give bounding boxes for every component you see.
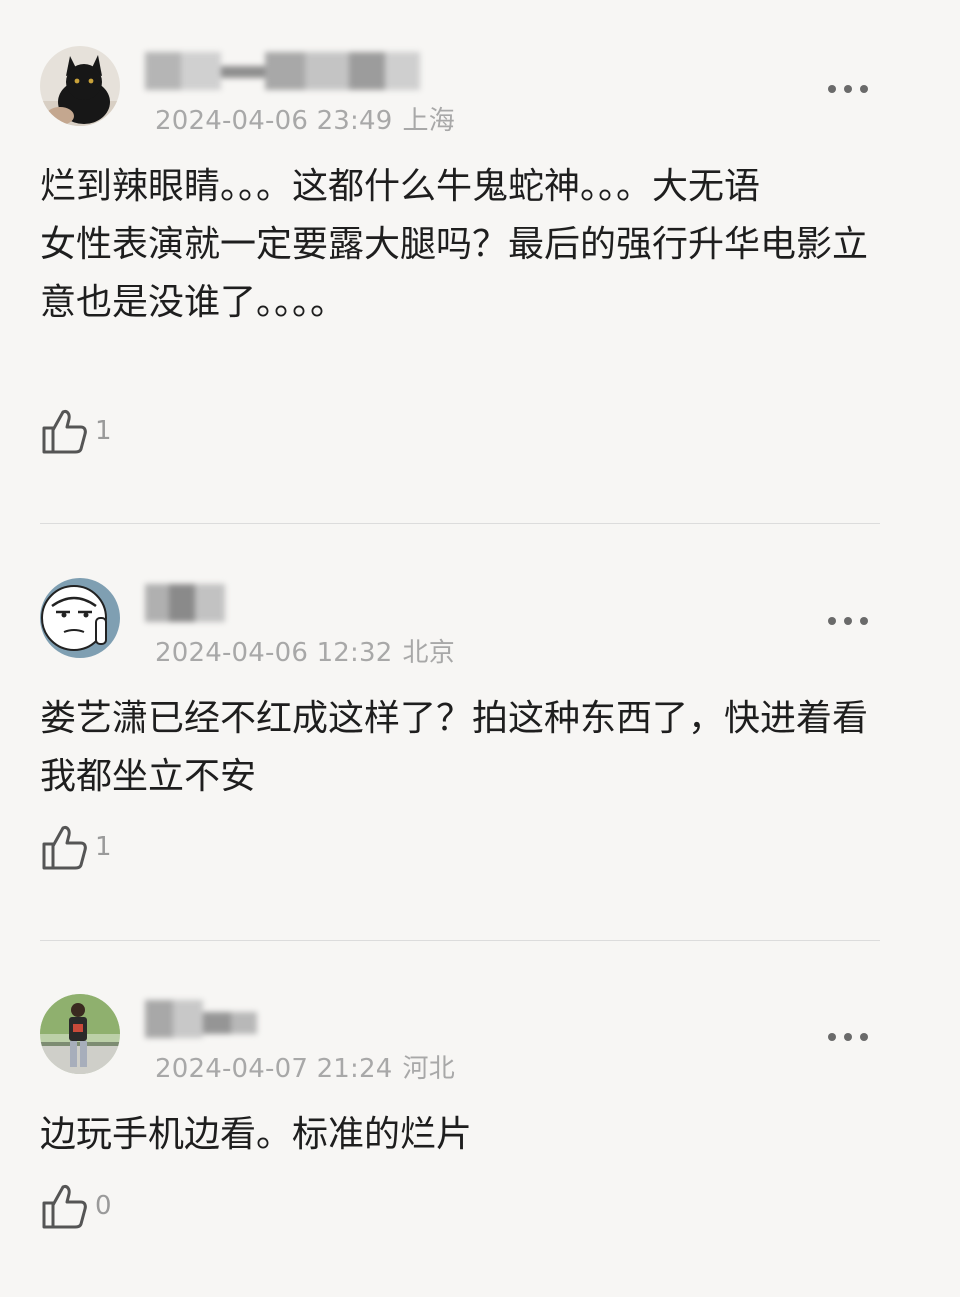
comment-text: 烂到辣眼睛。。。这都什么牛鬼蛇神。。。大无语 女性表演就一定要露大腿吗？最后的强… xyxy=(40,158,885,332)
comment-meta: 2024-04-07 21:24 河北 xyxy=(155,1048,455,1085)
more-dots-icon[interactable] xyxy=(826,80,870,100)
location: 河北 xyxy=(402,1054,455,1084)
timestamp: 2024-04-06 23:49 xyxy=(155,106,393,136)
divider xyxy=(40,940,880,941)
comment-line: 边玩手机边看。标准的烂片 xyxy=(40,1114,473,1155)
black-cat-avatar[interactable] xyxy=(40,46,120,126)
timestamp: 2024-04-07 21:24 xyxy=(155,1054,393,1084)
comment-meta: 2024-04-06 23:49 上海 xyxy=(155,100,455,137)
comment-line: 烂到辣眼睛。。。这都什么牛鬼蛇神。。。大无语 xyxy=(40,166,761,207)
location: 北京 xyxy=(402,638,455,668)
like-count: 0 xyxy=(95,1191,112,1221)
comment-text: 边玩手机边看。标准的烂片 xyxy=(40,1106,885,1164)
like-count: 1 xyxy=(95,832,112,862)
username-blurred xyxy=(145,1000,257,1038)
timestamp: 2024-04-06 12:32 xyxy=(155,638,393,668)
more-dots-icon[interactable] xyxy=(826,1028,870,1048)
location: 上海 xyxy=(402,106,455,136)
username-blurred xyxy=(145,584,225,622)
thumbs-up-icon xyxy=(42,826,87,870)
more-dots-icon[interactable] xyxy=(826,612,870,632)
comment-item: 2024-04-06 23:49 上海 烂到辣眼睛。。。这都什么牛鬼蛇神。。。大无… xyxy=(0,0,960,525)
cartoon-face-avatar[interactable] xyxy=(40,578,120,658)
person-outdoor-avatar[interactable] xyxy=(40,994,120,1074)
comment-text: 娄艺潇已经不红成这样了？拍这种东西了，快进着看我都坐立不安 xyxy=(40,690,885,806)
thumbs-up-icon xyxy=(42,1185,87,1229)
divider xyxy=(40,523,880,524)
username-blurred xyxy=(145,52,420,90)
comment-meta: 2024-04-06 12:32 北京 xyxy=(155,632,455,669)
thumbs-up-icon xyxy=(42,410,87,454)
comment-line: 娄艺潇已经不红成这样了？拍这种东西了，快进着看我都坐立不安 xyxy=(40,698,869,797)
comment-line: 女性表演就一定要露大腿吗？最后的强行升华电影立意也是没谁了。。。。 xyxy=(40,224,869,323)
like-count: 1 xyxy=(95,416,112,446)
